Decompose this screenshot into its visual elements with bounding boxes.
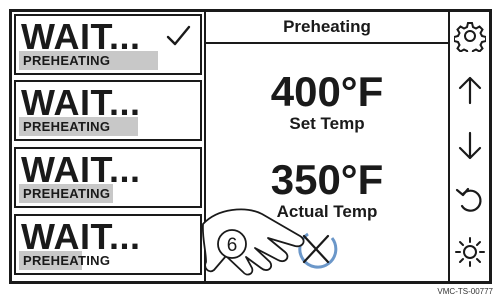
arrow-down-icon[interactable] — [454, 130, 486, 162]
arrow-up-icon[interactable] — [454, 74, 486, 106]
cancel-icon[interactable] — [290, 228, 340, 272]
gear-icon[interactable] — [454, 20, 486, 52]
slot-label: PREHEATING — [23, 253, 111, 268]
actual-temp-caption: Actual Temp — [276, 202, 378, 221]
set-temp-caption: Set Temp — [289, 114, 365, 133]
slot-label: PREHEATING — [23, 186, 111, 201]
control-screen: WAIT... PREHEATING WAIT... PREHEATING WA… — [9, 9, 492, 284]
slot-status: WAIT... — [21, 82, 141, 123]
center-panel: Preheating 400°F Set Temp 350°F Actual T… — [204, 12, 450, 281]
slot-2[interactable]: WAIT... PREHEATING — [14, 80, 202, 141]
undo-icon[interactable] — [454, 184, 486, 216]
set-temp-value: 400°F — [270, 68, 384, 115]
figure-code: VMC-TS-00777 — [437, 287, 493, 296]
slot-column: WAIT... PREHEATING WAIT... PREHEATING WA… — [12, 12, 208, 281]
slot-label: PREHEATING — [23, 53, 111, 68]
actual-temp-value: 350°F — [270, 156, 384, 203]
panel-title: Preheating — [206, 12, 448, 44]
checkmark-icon — [166, 25, 191, 46]
slot-status: WAIT... — [21, 149, 141, 190]
set-temp-block: 400°F Set Temp — [206, 70, 448, 134]
slot-status: WAIT... — [21, 216, 141, 257]
slot-1[interactable]: WAIT... PREHEATING — [14, 14, 202, 75]
brightness-icon[interactable] — [454, 236, 486, 268]
slot-3[interactable]: WAIT... PREHEATING — [14, 147, 202, 208]
slot-label: PREHEATING — [23, 119, 111, 134]
icon-column — [450, 12, 489, 281]
slot-status: WAIT... — [21, 16, 141, 57]
slot-4[interactable]: WAIT... PREHEATING — [14, 214, 202, 275]
actual-temp-block: 350°F Actual Temp — [206, 158, 448, 222]
